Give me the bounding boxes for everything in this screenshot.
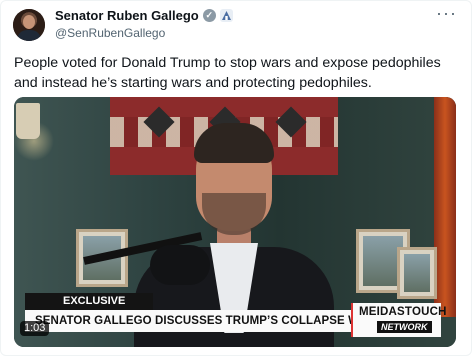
video-player[interactable]: EXCLUSIVE SENATOR GALLEGO DISCUSSES TRUM… — [14, 97, 456, 347]
author-avatar[interactable] — [13, 9, 45, 41]
lamp-shade — [16, 103, 40, 139]
network-logo-top: MEIDASTOUCH — [359, 306, 447, 318]
network-logo: MEIDASTOUCH NETWORK — [351, 303, 446, 337]
video-headline: SENATOR GALLEGO DISCUSSES TRUMP’S COLLAP… — [25, 310, 351, 332]
tweet-text: People voted for Donald Trump to stop wa… — [14, 55, 441, 91]
microphone — [150, 245, 210, 285]
curtain — [434, 97, 456, 317]
verified-check-icon: ✓ — [202, 9, 216, 22]
tweet-card[interactable]: Senator Ruben Gallego ✓ @SenRubenGallego… — [0, 0, 472, 356]
author-handle[interactable]: @SenRubenGallego — [55, 26, 165, 40]
more-options-icon[interactable]: ··· — [436, 3, 457, 24]
author-name[interactable]: Senator Ruben Gallego — [55, 8, 199, 23]
author-name-row: Senator Ruben Gallego ✓ — [55, 8, 233, 23]
exclusive-badge: EXCLUSIVE — [25, 293, 153, 310]
government-badge-icon — [219, 9, 233, 22]
video-duration: 1:03 — [20, 321, 50, 336]
network-logo-bottom: NETWORK — [377, 321, 432, 333]
photo-frame — [397, 247, 437, 299]
